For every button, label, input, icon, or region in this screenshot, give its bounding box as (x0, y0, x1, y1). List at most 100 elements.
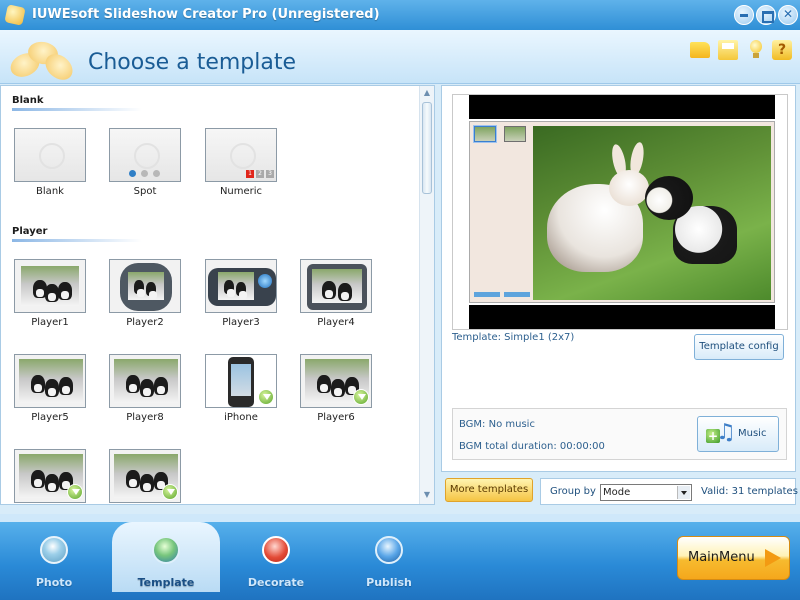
group-by-bar: Group by Mode Valid: 31 templates (540, 478, 798, 505)
template-player-extra-2[interactable] (109, 449, 181, 504)
template-label: Spot (133, 186, 157, 197)
maximize-button[interactable] (756, 5, 776, 25)
template-player6[interactable]: Player6 (300, 354, 372, 423)
preview-bottom-bar (469, 305, 775, 329)
template-label: iPhone (224, 412, 258, 423)
title-bar: IUWEsoft Slideshow Creator Pro (Unregist… (0, 0, 800, 30)
template-spot[interactable]: Spot (109, 128, 181, 197)
preview-panel: Template: Simple1 (2x7) Template config … (441, 85, 796, 472)
template-preview (452, 94, 788, 330)
preview-top-bar (469, 95, 775, 119)
more-templates-button[interactable]: More templates (445, 478, 533, 502)
template-thumbnail (14, 449, 86, 503)
template-thumbnail (205, 259, 277, 313)
bgm-status: BGM: No music (459, 419, 535, 430)
template-config-button[interactable]: Template config (694, 334, 784, 360)
scrollbar-thumb[interactable] (422, 102, 432, 194)
preview-stage (469, 121, 775, 303)
template-label: Player2 (126, 317, 164, 328)
template-name-label: Template: Simple1 (2x7) (452, 332, 575, 343)
chevron-down-icon[interactable] (677, 486, 690, 499)
section-title-player: Player (12, 226, 48, 237)
section-divider (12, 108, 142, 111)
template-player4[interactable]: Player4 (300, 259, 372, 328)
template-label: Numeric (219, 186, 263, 197)
template-thumbnail (14, 354, 86, 408)
download-icon (258, 389, 274, 405)
template-thumbnail (109, 259, 181, 313)
photo-icon (40, 536, 68, 564)
template-label: Player4 (317, 317, 355, 328)
section-title-blank: Blank (12, 95, 44, 106)
template-blank[interactable]: Blank (14, 128, 86, 197)
template-label: Player5 (31, 412, 69, 423)
tab-template[interactable]: Template (126, 530, 206, 592)
template-player5[interactable]: Player5 (14, 354, 86, 423)
save-icon[interactable] (718, 40, 738, 60)
preview-next-button (504, 292, 530, 297)
template-thumbnail (14, 259, 86, 313)
template-iphone[interactable]: iPhone (205, 354, 277, 423)
bgm-info-box: BGM: No music BGM total duration: 00:00:… (452, 408, 787, 460)
template-thumbnail (109, 449, 181, 503)
template-player8[interactable]: Player8 (109, 354, 181, 423)
bgm-duration: BGM total duration: 00:00:00 (459, 441, 605, 452)
tab-label: Photo (35, 576, 73, 589)
valid-templates-count: Valid: 31 templates (701, 486, 798, 497)
tab-label: Template (137, 576, 195, 589)
template-thumbnail (300, 354, 372, 408)
template-player1[interactable]: Player1 (14, 259, 86, 328)
minimize-button[interactable] (734, 5, 754, 25)
help-icon[interactable]: ? (772, 40, 792, 60)
section-divider (12, 239, 142, 242)
template-player3[interactable]: Player3 (205, 259, 277, 328)
vertical-scrollbar[interactable]: ▲ ▼ (419, 86, 434, 504)
main-menu-button[interactable]: MainMenu (677, 536, 790, 580)
add-music-icon: ♫ + (706, 420, 736, 445)
folder-icon[interactable] (690, 42, 710, 58)
decorate-icon (262, 536, 290, 564)
template-thumbnail: 1 2 3 (205, 128, 277, 182)
template-thumbnail (14, 128, 86, 182)
main-menu-label: MainMenu (688, 550, 755, 565)
preview-thumbnail (474, 126, 496, 142)
template-label: Player8 (126, 412, 164, 423)
close-button[interactable] (778, 5, 798, 25)
download-icon (353, 389, 369, 405)
template-label: Player3 (222, 317, 260, 328)
music-button-label: Music (738, 428, 767, 439)
template-list: Blank Blank Spot 1 2 3 Numeric Player Pl… (1, 86, 417, 504)
scroll-down-icon[interactable]: ▼ (422, 490, 432, 500)
music-button[interactable]: ♫ + Music (697, 416, 779, 452)
template-player-extra-1[interactable] (14, 449, 86, 504)
template-thumbnail (300, 259, 372, 313)
template-thumbnail (205, 354, 277, 408)
template-label: Blank (36, 186, 64, 197)
scroll-up-icon[interactable]: ▲ (422, 88, 432, 98)
page-header: Choose a template (0, 30, 800, 86)
template-player2[interactable]: Player2 (109, 259, 181, 328)
template-icon (152, 536, 180, 564)
preview-prev-button (474, 292, 500, 297)
tab-publish[interactable]: Publish (349, 530, 429, 592)
download-icon (67, 484, 83, 500)
bulb-icon[interactable] (746, 40, 766, 60)
tab-photo[interactable]: Photo (14, 530, 94, 592)
publish-icon (375, 536, 403, 564)
window-title: IUWEsoft Slideshow Creator Pro (Unregist… (32, 7, 380, 22)
app-logo-icon (4, 4, 26, 26)
template-label: Player1 (31, 317, 69, 328)
group-by-label: Group by (550, 486, 596, 497)
group-by-value: Mode (603, 487, 631, 498)
preview-photo (533, 126, 771, 300)
template-label: Player6 (317, 412, 355, 423)
template-numeric[interactable]: 1 2 3 Numeric (205, 128, 277, 197)
page-title: Choose a template (88, 50, 297, 75)
flower-logo-icon (6, 36, 78, 86)
template-thumbnail (109, 354, 181, 408)
tab-label: Decorate (247, 576, 305, 589)
group-by-select[interactable]: Mode (600, 484, 692, 501)
preview-thumbnail (504, 126, 526, 142)
tab-decorate[interactable]: Decorate (236, 530, 316, 592)
template-thumbnail (109, 128, 181, 182)
